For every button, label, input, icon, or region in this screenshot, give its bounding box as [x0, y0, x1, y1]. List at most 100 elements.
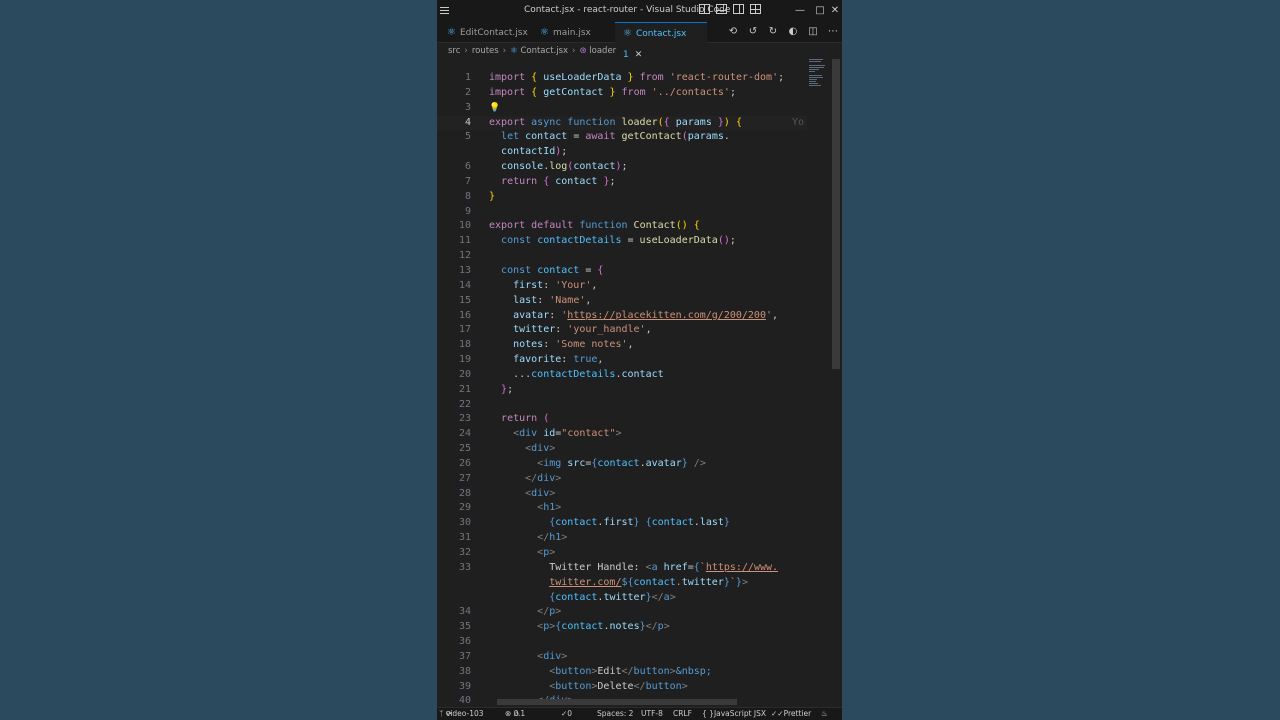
code-line: export async function loader({ params })…: [489, 116, 742, 128]
code-line: ...contactDetails.contact: [489, 368, 664, 380]
line-number: 1: [464, 72, 471, 83]
formatter-label: Prettier: [783, 709, 812, 718]
branch-name: video-103: [445, 709, 484, 718]
react-icon: ⚛: [510, 46, 518, 56]
line-number: 28: [458, 487, 471, 499]
code-line: twitter.com/${contact.twitter}`}>: [549, 576, 748, 588]
minimap[interactable]: [809, 59, 829, 99]
code-line: <div>: [525, 487, 556, 499]
breadcrumb-routes[interactable]: routes: [472, 46, 499, 56]
code-line: import { useLoaderData } from 'react-rou…: [489, 72, 785, 83]
tab-main[interactable]: ⚛ main.jsx: [532, 22, 614, 43]
code-line: <p>: [537, 547, 556, 558]
compare-icon[interactable]: ◐: [787, 26, 799, 37]
vscode-window: Contact.jsx - react-router - Visual Stud…: [437, 0, 842, 720]
breadcrumb: src › routes › ⚛ Contact.jsx › ⊛ loader: [448, 46, 617, 56]
code-line: <div id="contact">: [513, 428, 622, 440]
code-line: twitter: 'your_handle',: [513, 324, 652, 336]
line-number: 20: [458, 368, 471, 380]
toggle-sidebar-icon[interactable]: [699, 4, 710, 14]
code-line: contactId);: [501, 146, 568, 158]
line-number: 26: [458, 457, 471, 469]
breadcrumb-symbol[interactable]: loader: [589, 46, 616, 56]
go-forward-icon[interactable]: ↻: [767, 26, 779, 37]
tab-editcontact[interactable]: ⚛ EditContact.jsx: [439, 22, 531, 43]
line-number: 22: [458, 398, 471, 410]
code-line: }: [489, 190, 496, 202]
code-line: import { getContact } from '../contacts'…: [489, 86, 736, 98]
code-line: favorite: true,: [513, 354, 604, 366]
code-line: <h1>: [537, 502, 562, 514]
code-line: <button>Edit</button>&nbsp;: [549, 665, 712, 677]
code-line: </h1>: [537, 532, 568, 544]
line-number: 7: [464, 175, 471, 187]
indentation-status[interactable]: Spaces: 2: [597, 708, 633, 720]
split-editor-icon[interactable]: ◫: [807, 26, 819, 37]
line-number: 10: [458, 220, 471, 232]
warning-count: 1: [520, 709, 526, 718]
history-icon[interactable]: ⟲: [727, 26, 739, 37]
code-line: <div>: [525, 443, 556, 455]
toggle-secondary-sidebar-icon[interactable]: [733, 4, 744, 14]
lightbulb-icon[interactable]: 💡: [489, 101, 500, 116]
line-number: 33: [458, 561, 471, 573]
code-line: {contact.twitter}</a>: [549, 591, 676, 603]
close-window-icon[interactable]: ✕: [825, 3, 842, 19]
line-number: 14: [458, 279, 471, 291]
vertical-scrollbar[interactable]: [832, 59, 840, 369]
line-number: 39: [458, 680, 471, 692]
problems-status[interactable]: ⊗ 0 ⚠ 1: [505, 708, 525, 720]
language-status[interactable]: { } JavaScript JSX: [702, 708, 766, 720]
line-number: 19: [458, 354, 471, 366]
eol-status[interactable]: CRLF: [673, 708, 692, 720]
react-icon: ⚛: [540, 27, 549, 38]
line-number: 38: [458, 665, 471, 677]
hamburger-icon[interactable]: [440, 5, 450, 17]
code-line: <div>: [537, 650, 568, 662]
code-line: avatar: 'https://placekitten.com/g/200/2…: [513, 309, 779, 321]
go-back-icon[interactable]: ↺: [747, 26, 759, 37]
tab-label: main.jsx: [552, 28, 591, 38]
code-line: {contact.first} {contact.last}: [549, 517, 730, 529]
status-bar: ᛉ video-103 ⟳ ⊗ 0 ⚠ 1 ✓ 0 Spaces: 2 UTF-…: [437, 707, 842, 720]
language-label: JavaScript JSX: [713, 709, 767, 718]
line-number: 15: [458, 294, 471, 306]
line-number: 3: [464, 101, 471, 113]
encoding-status[interactable]: UTF-8: [641, 708, 663, 720]
line-number: 13: [458, 264, 471, 276]
minimize-icon[interactable]: —: [790, 3, 810, 19]
tab-label: EditContact.jsx: [459, 28, 528, 38]
line-number: 11: [458, 235, 471, 247]
line-number: 40: [458, 695, 471, 707]
line-number: 18: [458, 339, 471, 351]
line-number: 17: [458, 324, 471, 336]
tab-contact[interactable]: ⚛ Contact.jsx 1 ✕: [615, 22, 707, 60]
line-number: 6: [464, 161, 471, 173]
error-count: 0: [513, 709, 519, 718]
prettier-status[interactable]: ✓✓ Prettier: [771, 708, 811, 720]
line-number: 9: [464, 205, 471, 217]
breadcrumb-src[interactable]: src: [448, 46, 460, 56]
horizontal-scrollbar[interactable]: [497, 699, 737, 705]
toggle-panel-icon[interactable]: [716, 4, 727, 14]
customize-layout-icon[interactable]: [750, 4, 761, 14]
code-line: </div>: [525, 472, 562, 484]
code-line: return (: [501, 413, 550, 425]
ports-status[interactable]: ✓ 0: [561, 708, 572, 720]
line-number: 21: [458, 383, 471, 395]
breadcrumb-file[interactable]: Contact.jsx: [520, 46, 568, 56]
ports-count: 0: [567, 709, 573, 718]
line-number: 37: [458, 650, 471, 662]
source-control-status[interactable]: ᛉ video-103 ⟳: [439, 708, 484, 720]
code-line: notes: 'Some notes',: [513, 339, 634, 351]
code-editor[interactable]: 1 import { useLoaderData } from 'react-ro…: [437, 71, 807, 707]
line-number: 12: [458, 250, 471, 262]
line-number: 25: [458, 443, 471, 455]
line-number: 16: [458, 309, 471, 321]
code-line: <button>Delete</button>: [549, 680, 688, 692]
react-icon: ⚛: [447, 27, 456, 38]
bell-icon[interactable]: ♨: [821, 708, 828, 720]
line-number: 24: [458, 428, 471, 440]
more-actions-icon[interactable]: ⋯: [827, 26, 839, 37]
inline-blame-hint: Yo: [792, 116, 805, 128]
